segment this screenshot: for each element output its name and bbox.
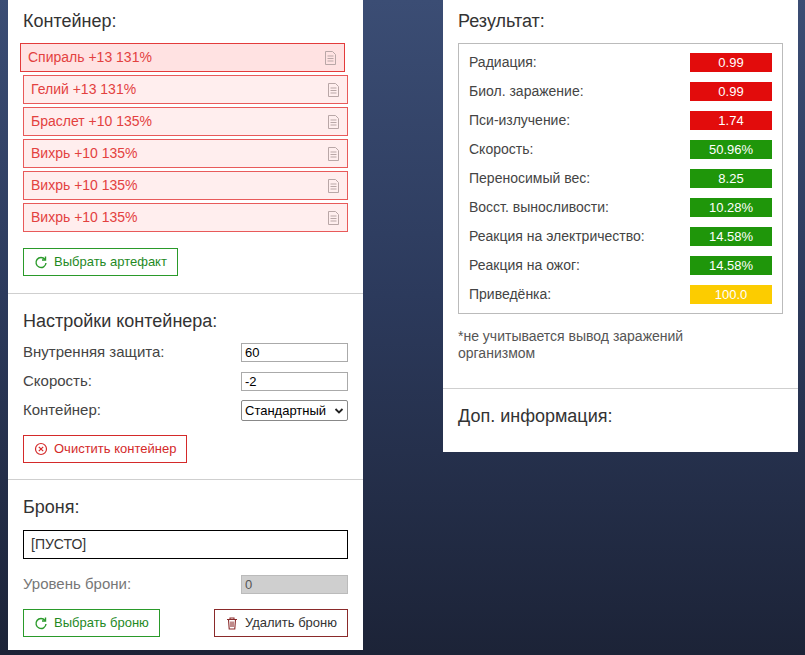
result-label: Биол. заражение: bbox=[469, 81, 584, 102]
result-value: 1.74 bbox=[690, 111, 772, 131]
result-row: Приведёнка: 100.0 bbox=[459, 280, 782, 309]
container-heading: Контейнер: bbox=[23, 10, 348, 32]
field-input[interactable] bbox=[241, 372, 348, 391]
document-icon bbox=[327, 114, 340, 130]
button-row: Выбрать артефакт bbox=[23, 248, 348, 276]
result-row: Скорость: 50.96% bbox=[459, 135, 782, 164]
container-panel: Контейнер: Спираль +13 131% Гелий +13 131%… bbox=[8, 0, 363, 650]
result-label: Реакция на электричество: bbox=[469, 226, 645, 247]
armor-field[interactable]: [ПУСТО] bbox=[23, 530, 348, 559]
artifact-item[interactable]: Вихрь +10 135% bbox=[23, 203, 348, 232]
artifact-item[interactable]: Вихрь +10 135% bbox=[23, 139, 348, 168]
delete-armor-button[interactable]: Удалить броню bbox=[214, 609, 348, 637]
result-value: 10.28% bbox=[690, 198, 772, 218]
artifact-label: Вихрь +10 135% bbox=[31, 207, 138, 228]
select-value: Стандартный bbox=[245, 401, 326, 421]
armor-level-row: Уровень брони: bbox=[23, 570, 348, 599]
choose-armor-button[interactable]: Выбрать броню bbox=[23, 609, 160, 637]
result-value: 14.58% bbox=[690, 227, 772, 247]
result-value: 8.25 bbox=[690, 169, 772, 189]
armor-buttons: Выбрать броню Удалить броню bbox=[23, 609, 348, 637]
document-icon bbox=[327, 82, 340, 98]
extra-section: Доп. информация: bbox=[443, 389, 798, 427]
choose-artifact-button[interactable]: Выбрать артефакт bbox=[23, 248, 178, 276]
field-label: Скорость: bbox=[23, 370, 92, 393]
result-row: Пси-излучение: 1.74 bbox=[459, 106, 782, 135]
armor-level-label: Уровень брони: bbox=[23, 573, 131, 596]
result-row: Переносимый вес: 8.25 bbox=[459, 164, 782, 193]
container-select[interactable]: Стандартный bbox=[241, 400, 348, 422]
result-label: Скорость: bbox=[469, 139, 533, 160]
settings-row: Скорость: bbox=[23, 367, 348, 396]
result-panel: Результат: Радиация: 0.99 Биол. заражение: 0… bbox=[443, 0, 798, 452]
result-value: 0.99 bbox=[690, 53, 772, 73]
choose-armor-button-label: Выбрать броню bbox=[54, 613, 149, 633]
artifact-label: Спираль +13 131% bbox=[28, 47, 152, 68]
artifact-item[interactable]: Спираль +13 131% bbox=[20, 43, 345, 72]
armor-section: Броня: [ПУСТО] Уровень брони: Выбрать броню… bbox=[8, 480, 363, 637]
armor-level-input bbox=[241, 575, 348, 594]
close-circle-icon bbox=[34, 442, 48, 456]
settings-row: Внутренняя защита: bbox=[23, 338, 348, 367]
settings-section: Настройки контейнера: Внутренняя защита: С… bbox=[8, 294, 363, 480]
result-value: 0.99 bbox=[690, 82, 772, 102]
document-icon bbox=[327, 178, 340, 194]
result-section: Результат: Радиация: 0.99 Биол. заражение: 0… bbox=[443, 0, 798, 389]
artifact-label: Браслет +10 135% bbox=[31, 111, 152, 132]
artifact-label: Гелий +13 131% bbox=[31, 79, 136, 100]
field-input[interactable] bbox=[241, 343, 348, 362]
document-icon bbox=[327, 210, 340, 226]
result-value: 14.58% bbox=[690, 256, 772, 276]
result-label: Радиация: bbox=[469, 52, 537, 73]
result-label: Приведёнка: bbox=[469, 284, 551, 305]
result-label: Пси-излучение: bbox=[469, 110, 570, 131]
artifact-item[interactable]: Браслет +10 135% bbox=[23, 107, 348, 136]
result-label: Переносимый вес: bbox=[469, 168, 590, 189]
refresh-icon bbox=[34, 616, 48, 630]
result-row: Реакция на ожог: 14.58% bbox=[459, 251, 782, 280]
clear-container-button[interactable]: Очистить контейнер bbox=[23, 435, 187, 463]
chevron-down-icon bbox=[334, 407, 344, 415]
refresh-icon bbox=[34, 255, 48, 269]
result-row: Восст. выносливости: 10.28% bbox=[459, 193, 782, 222]
button-row: Очистить контейнер bbox=[23, 435, 348, 463]
container-section: Контейнер: Спираль +13 131% Гелий +13 131%… bbox=[8, 0, 363, 294]
result-label: Восст. выносливости: bbox=[469, 197, 609, 218]
settings-fields: Внутренняя защита: Скорость: Контейнер: Ста… bbox=[23, 338, 348, 425]
armor-heading: Броня: bbox=[23, 496, 348, 518]
document-icon bbox=[324, 50, 337, 66]
artifact-label: Вихрь +10 135% bbox=[31, 175, 138, 196]
artifact-list: Спираль +13 131% Гелий +13 131% Браслет +1… bbox=[23, 43, 348, 232]
armor-value: [ПУСТО] bbox=[31, 534, 86, 555]
result-row: Реакция на электричество: 14.58% bbox=[459, 222, 782, 251]
result-row: Радиация: 0.99 bbox=[459, 48, 782, 77]
document-icon bbox=[327, 146, 340, 162]
result-value: 100.0 bbox=[690, 285, 772, 305]
settings-row: Контейнер: Стандартный bbox=[23, 396, 348, 425]
settings-heading: Настройки контейнера: bbox=[23, 310, 348, 332]
result-table: Радиация: 0.99 Биол. заражение: 0.99 Пси-изл… bbox=[458, 43, 783, 314]
result-value: 50.96% bbox=[690, 140, 772, 160]
field-label: Внутренняя защита: bbox=[23, 341, 164, 364]
choose-artifact-button-label: Выбрать артефакт bbox=[54, 252, 167, 272]
delete-armor-button-label: Удалить броню bbox=[245, 613, 337, 633]
artifact-item[interactable]: Вихрь +10 135% bbox=[23, 171, 348, 200]
result-row: Биол. заражение: 0.99 bbox=[459, 77, 782, 106]
result-heading: Результат: bbox=[458, 10, 783, 32]
field-label: Контейнер: bbox=[23, 399, 101, 422]
artifact-item[interactable]: Гелий +13 131% bbox=[23, 75, 348, 104]
artifact-label: Вихрь +10 135% bbox=[31, 143, 138, 164]
result-label: Реакция на ожог: bbox=[469, 255, 580, 276]
extra-heading: Доп. информация: bbox=[458, 405, 783, 427]
trash-icon bbox=[225, 616, 239, 630]
result-note: *не учитывается вывод заражений организм… bbox=[458, 328, 718, 362]
clear-container-button-label: Очистить контейнер bbox=[54, 439, 176, 459]
